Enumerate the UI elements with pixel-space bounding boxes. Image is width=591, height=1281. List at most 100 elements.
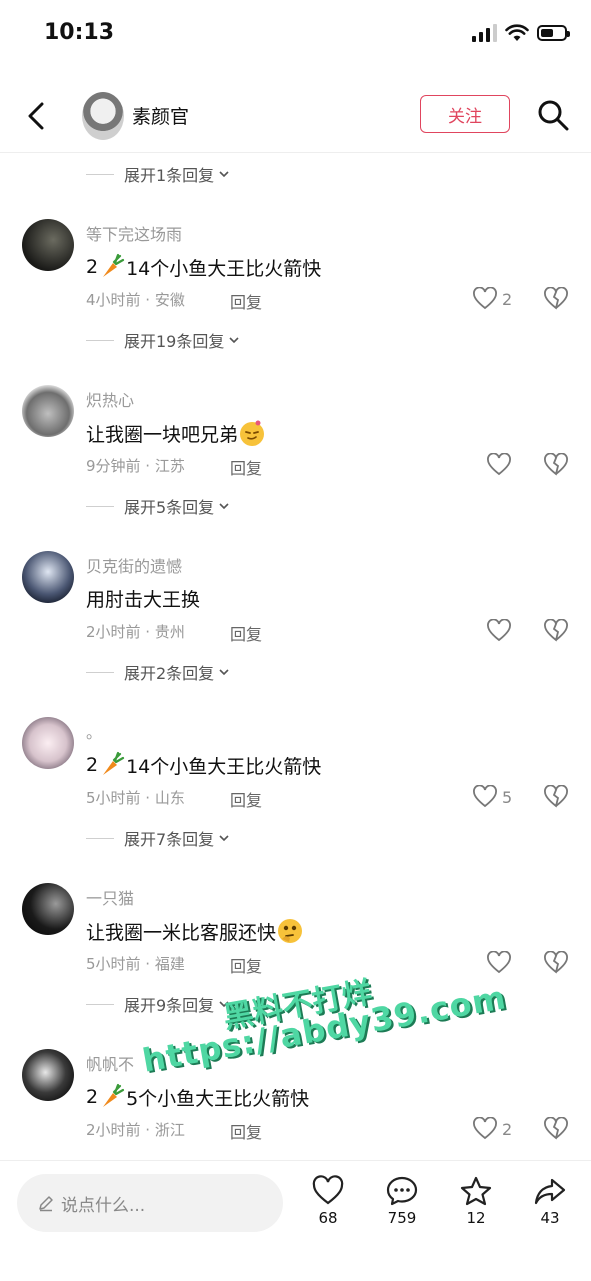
follow-button[interactable]: 关注 <box>420 95 510 133</box>
chevron-down-icon <box>219 171 229 178</box>
comment-item: 帆帆不 2 5个小鱼大王比火箭快 2小时前 · 浙江 回复 2 <box>0 1049 591 1160</box>
comment-input-placeholder: 说点什么... <box>61 1195 146 1216</box>
avatar[interactable] <box>22 883 74 935</box>
heart-icon <box>473 785 497 808</box>
reply-button[interactable]: 回复 <box>230 787 262 811</box>
comment-meta: 5小时前 · 福建 <box>86 955 185 973</box>
comment-username[interactable]: 贝克街的遗憾 <box>86 553 182 577</box>
status-bar: 10:13 <box>0 0 591 70</box>
like-post-button[interactable]: 68 <box>298 1175 358 1227</box>
heart-icon <box>487 951 511 974</box>
chevron-down-icon <box>219 669 229 676</box>
comment-input[interactable]: 说点什么... <box>17 1174 283 1232</box>
comment-text: 2 14个小鱼大王比火箭快 <box>86 253 321 281</box>
header: 素颜官 关注 <box>0 80 591 153</box>
comment-item: 炽热心 让我圈一块吧兄弟 9分钟前 · 江苏 回复 <box>0 385 591 565</box>
avatar[interactable] <box>22 1049 74 1101</box>
carrot-emoji-icon <box>103 253 125 277</box>
star-post-count: 12 <box>466 1209 486 1227</box>
comment-item: 等下完这场雨 2 14个小鱼大王比火箭快 4小时前 · 安徽 回复 2 <box>0 219 591 399</box>
battery-icon <box>537 25 570 41</box>
broken-heart-icon[interactable] <box>543 619 569 643</box>
expand-replies[interactable]: 展开1条回复 <box>86 161 230 187</box>
like-count: 2 <box>502 289 513 309</box>
broken-heart-icon[interactable] <box>543 1117 569 1141</box>
expand-replies[interactable]: 展开7条回复 <box>86 825 230 851</box>
carrot-emoji-icon <box>103 1083 125 1107</box>
comment-username[interactable]: 。 <box>86 719 102 743</box>
reply-button[interactable]: 回复 <box>230 1119 262 1143</box>
comment-meta: 2小时前 · 浙江 <box>86 1121 185 1139</box>
expand-replies[interactable]: 展开5条回复 <box>86 493 230 519</box>
chevron-down-icon <box>219 1001 229 1008</box>
like-count: 2 <box>502 1119 513 1139</box>
avatar[interactable] <box>22 385 74 437</box>
like-count: 5 <box>502 787 513 807</box>
signal-icon <box>472 24 497 42</box>
comment-meta: 5小时前 · 山东 <box>86 789 185 807</box>
like-button[interactable]: 2 <box>472 287 512 311</box>
comment-text: 让我圈一米比客服还快 <box>86 917 304 945</box>
comment-post-count: 759 <box>387 1209 417 1227</box>
avatar[interactable] <box>22 551 74 603</box>
share-post-count: 43 <box>540 1209 560 1227</box>
reply-button[interactable]: 回复 <box>230 621 262 645</box>
back-icon[interactable] <box>22 98 54 134</box>
heart-icon <box>312 1175 344 1205</box>
reply-button[interactable]: 回复 <box>230 953 262 977</box>
comment-bubble-icon <box>386 1176 418 1206</box>
status-icons <box>472 24 570 42</box>
heart-icon <box>487 453 511 476</box>
status-time: 10:13 <box>44 20 115 45</box>
carrot-emoji-icon <box>103 751 125 775</box>
comment-post-button[interactable]: 759 <box>372 1175 432 1227</box>
comment-item: 一只猫 让我圈一米比客服还快 5小时前 · 福建 回复 <box>0 883 591 1063</box>
like-button[interactable]: 2 <box>472 1117 512 1141</box>
comment-item: 。 2 14个小鱼大王比火箭快 5小时前 · 山东 回复 5 <box>0 717 591 897</box>
broken-heart-icon[interactable] <box>543 287 569 311</box>
thinking-emoji-icon <box>278 919 303 943</box>
avatar[interactable] <box>22 219 74 271</box>
like-post-count: 68 <box>318 1209 338 1227</box>
pencil-icon <box>39 1196 53 1212</box>
reply-button[interactable]: 回复 <box>230 455 262 479</box>
share-post-button[interactable]: 43 <box>520 1175 580 1227</box>
comment-text: 2 14个小鱼大王比火箭快 <box>86 751 321 779</box>
comment-meta: 4小时前 · 安徽 <box>86 291 185 309</box>
reply-button[interactable]: 回复 <box>230 289 262 313</box>
expand-replies[interactable]: 展开19条回复 <box>86 327 240 353</box>
heart-icon <box>473 1117 497 1140</box>
share-icon <box>534 1178 566 1205</box>
star-icon <box>460 1176 492 1206</box>
comment-username[interactable]: 炽热心 <box>86 387 134 411</box>
smirk-emoji-icon <box>240 420 265 446</box>
star-post-button[interactable]: 12 <box>446 1175 506 1227</box>
comment-meta: 9分钟前 · 江苏 <box>86 457 185 475</box>
expand-replies[interactable]: 展开2条回复 <box>86 659 230 685</box>
bottom-bar: 说点什么... 68 759 12 43 <box>0 1160 591 1281</box>
comment-meta: 2小时前 · 贵州 <box>86 623 185 641</box>
chevron-down-icon <box>219 503 229 510</box>
comment-list[interactable]: 展开1条回复 等下完这场雨 2 14个小鱼大王比火箭快 4小时前 · 安徽 回复… <box>0 153 591 1160</box>
like-button[interactable] <box>486 619 516 643</box>
author-avatar[interactable] <box>82 92 124 140</box>
broken-heart-icon[interactable] <box>543 951 569 975</box>
comment-username[interactable]: 等下完这场雨 <box>86 221 182 245</box>
expand-replies[interactable]: 展开9条回复 <box>86 991 230 1017</box>
author-name[interactable]: 素颜官 <box>132 102 189 129</box>
avatar[interactable] <box>22 717 74 769</box>
broken-heart-icon[interactable] <box>543 453 569 477</box>
like-button[interactable] <box>486 453 516 477</box>
search-icon[interactable] <box>536 98 570 132</box>
chevron-down-icon <box>229 337 239 344</box>
comment-username[interactable]: 一只猫 <box>86 885 134 909</box>
broken-heart-icon[interactable] <box>543 785 569 809</box>
wifi-icon <box>505 24 529 41</box>
like-button[interactable]: 5 <box>472 785 512 809</box>
chevron-down-icon <box>219 835 229 842</box>
heart-icon <box>487 619 511 642</box>
comment-text: 2 5个小鱼大王比火箭快 <box>86 1083 309 1111</box>
like-button[interactable] <box>486 951 516 975</box>
comment-username[interactable]: 帆帆不 <box>86 1051 134 1075</box>
comment-text: 让我圈一块吧兄弟 <box>86 419 266 447</box>
